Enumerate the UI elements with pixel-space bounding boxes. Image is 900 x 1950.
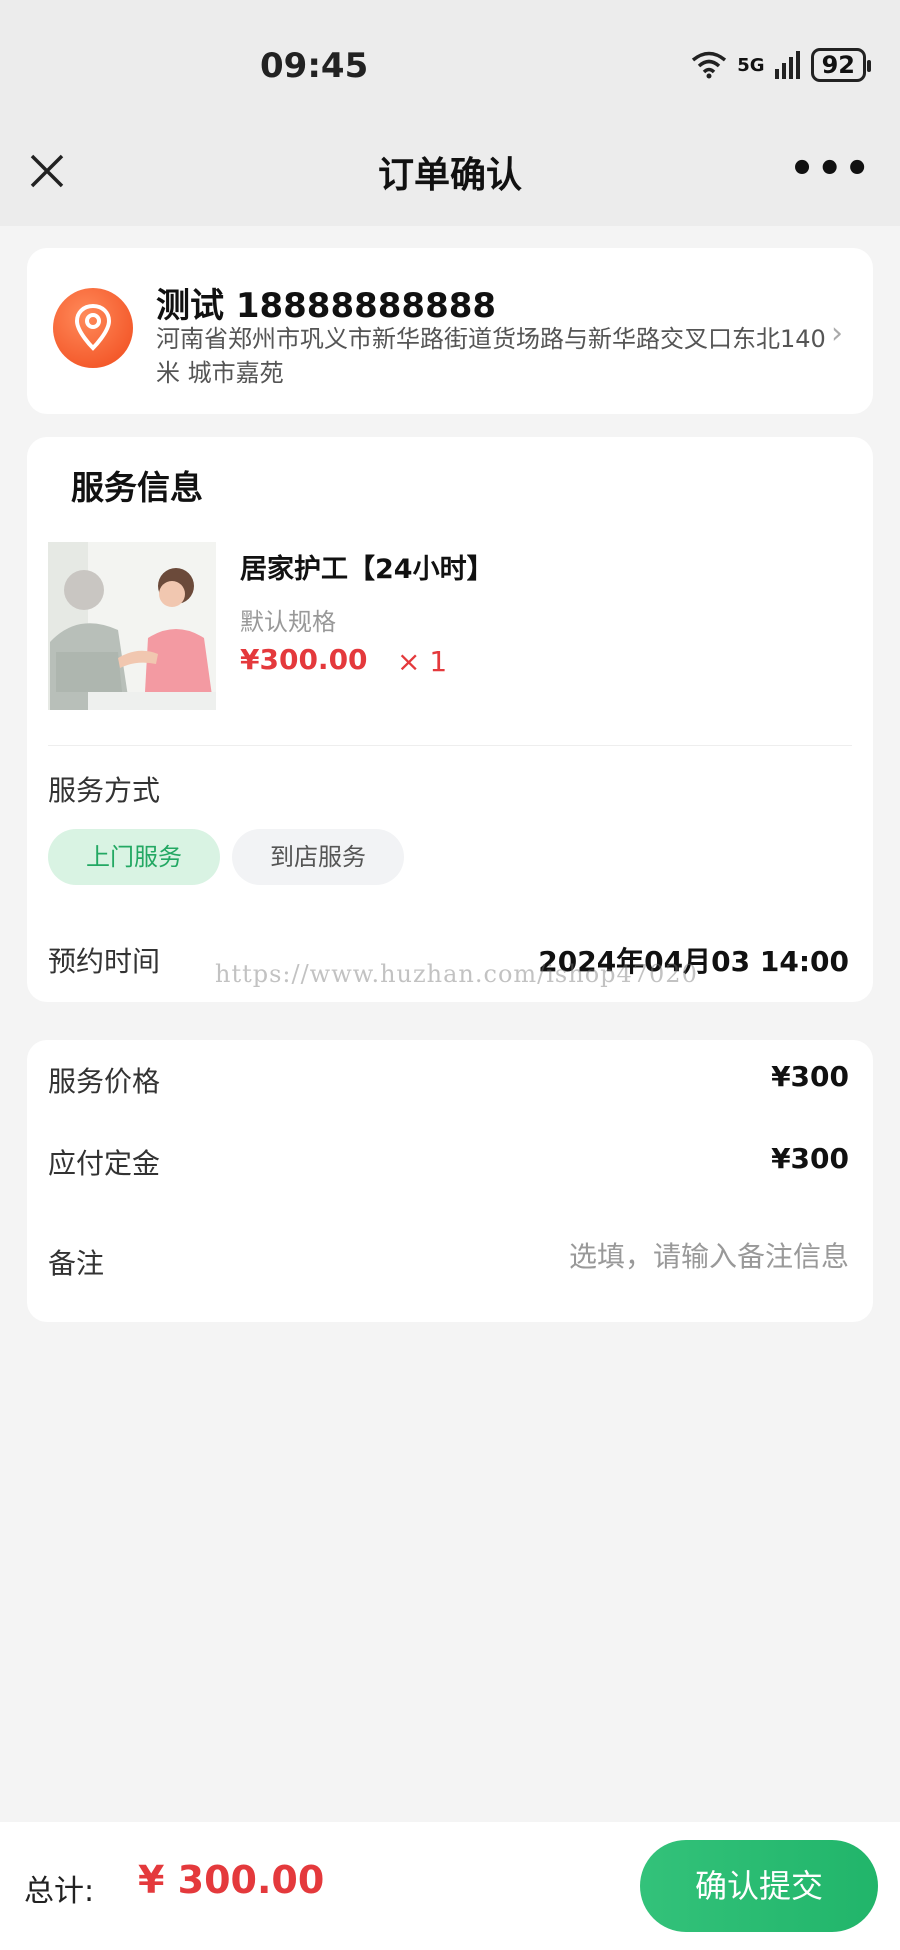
deposit-label: 应付定金	[48, 1147, 161, 1180]
signal-icon	[774, 51, 800, 79]
service-mode-label: 服务方式	[48, 774, 161, 807]
status-icons: 5G 92	[691, 48, 872, 82]
product-spec: 默认规格	[240, 608, 336, 636]
battery-icon: 92	[810, 48, 872, 82]
location-pin-icon	[53, 288, 133, 368]
service-price-value: ¥300	[771, 1060, 849, 1093]
product-image	[48, 542, 216, 710]
service-info-card: 服务信息 居家护工【24小时】 默认规格 ¥300.00 × 1 服务方式 上门…	[27, 437, 873, 1002]
watermark: https://www.huzhan.com/ishop47020	[215, 960, 698, 988]
status-bar: 09:45 5G 92	[0, 0, 900, 130]
product-name: 居家护工【24小时】	[240, 554, 494, 585]
address-detail: 河南省郑州市巩义市新华路街道货场路与新华路交叉口东北140米 城市嘉苑	[156, 325, 826, 387]
mode-option-store[interactable]: 到店服务	[232, 829, 404, 885]
submit-button[interactable]: 确认提交	[640, 1840, 878, 1932]
remark-input[interactable]	[429, 1240, 849, 1273]
price-card: 服务价格 ¥300 应付定金 ¥300 备注	[27, 1040, 873, 1322]
chevron-right-icon: ›	[831, 316, 843, 351]
wifi-icon	[692, 51, 727, 79]
product-quantity: × 1	[397, 645, 448, 678]
address-name-phone: 测试 18888888888	[156, 286, 497, 326]
remark-label: 备注	[48, 1247, 105, 1280]
total-value: ¥ 300.00	[138, 1858, 325, 1902]
address-card[interactable]: 测试 18888888888 河南省郑州市巩义市新华路街道货场路与新华路交叉口东…	[27, 248, 873, 414]
network-type: 5G	[737, 54, 765, 76]
deposit-value: ¥300	[771, 1142, 849, 1175]
status-time: 09:45	[260, 46, 369, 86]
nav-bar: 订单确认 •••	[0, 120, 900, 226]
appointment-time-label: 预约时间	[48, 945, 161, 978]
page-title: 订单确认	[377, 155, 522, 196]
bottom-bar: 总计: ¥ 300.00 确认提交	[0, 1822, 900, 1950]
more-icon[interactable]: •••	[789, 146, 872, 192]
total-label: 总计:	[24, 1874, 95, 1909]
mode-option-home[interactable]: 上门服务	[48, 829, 220, 885]
product-price: ¥300.00	[240, 643, 368, 676]
service-price-label: 服务价格	[48, 1065, 161, 1098]
service-info-heading: 服务信息	[71, 468, 203, 507]
divider	[48, 745, 852, 746]
